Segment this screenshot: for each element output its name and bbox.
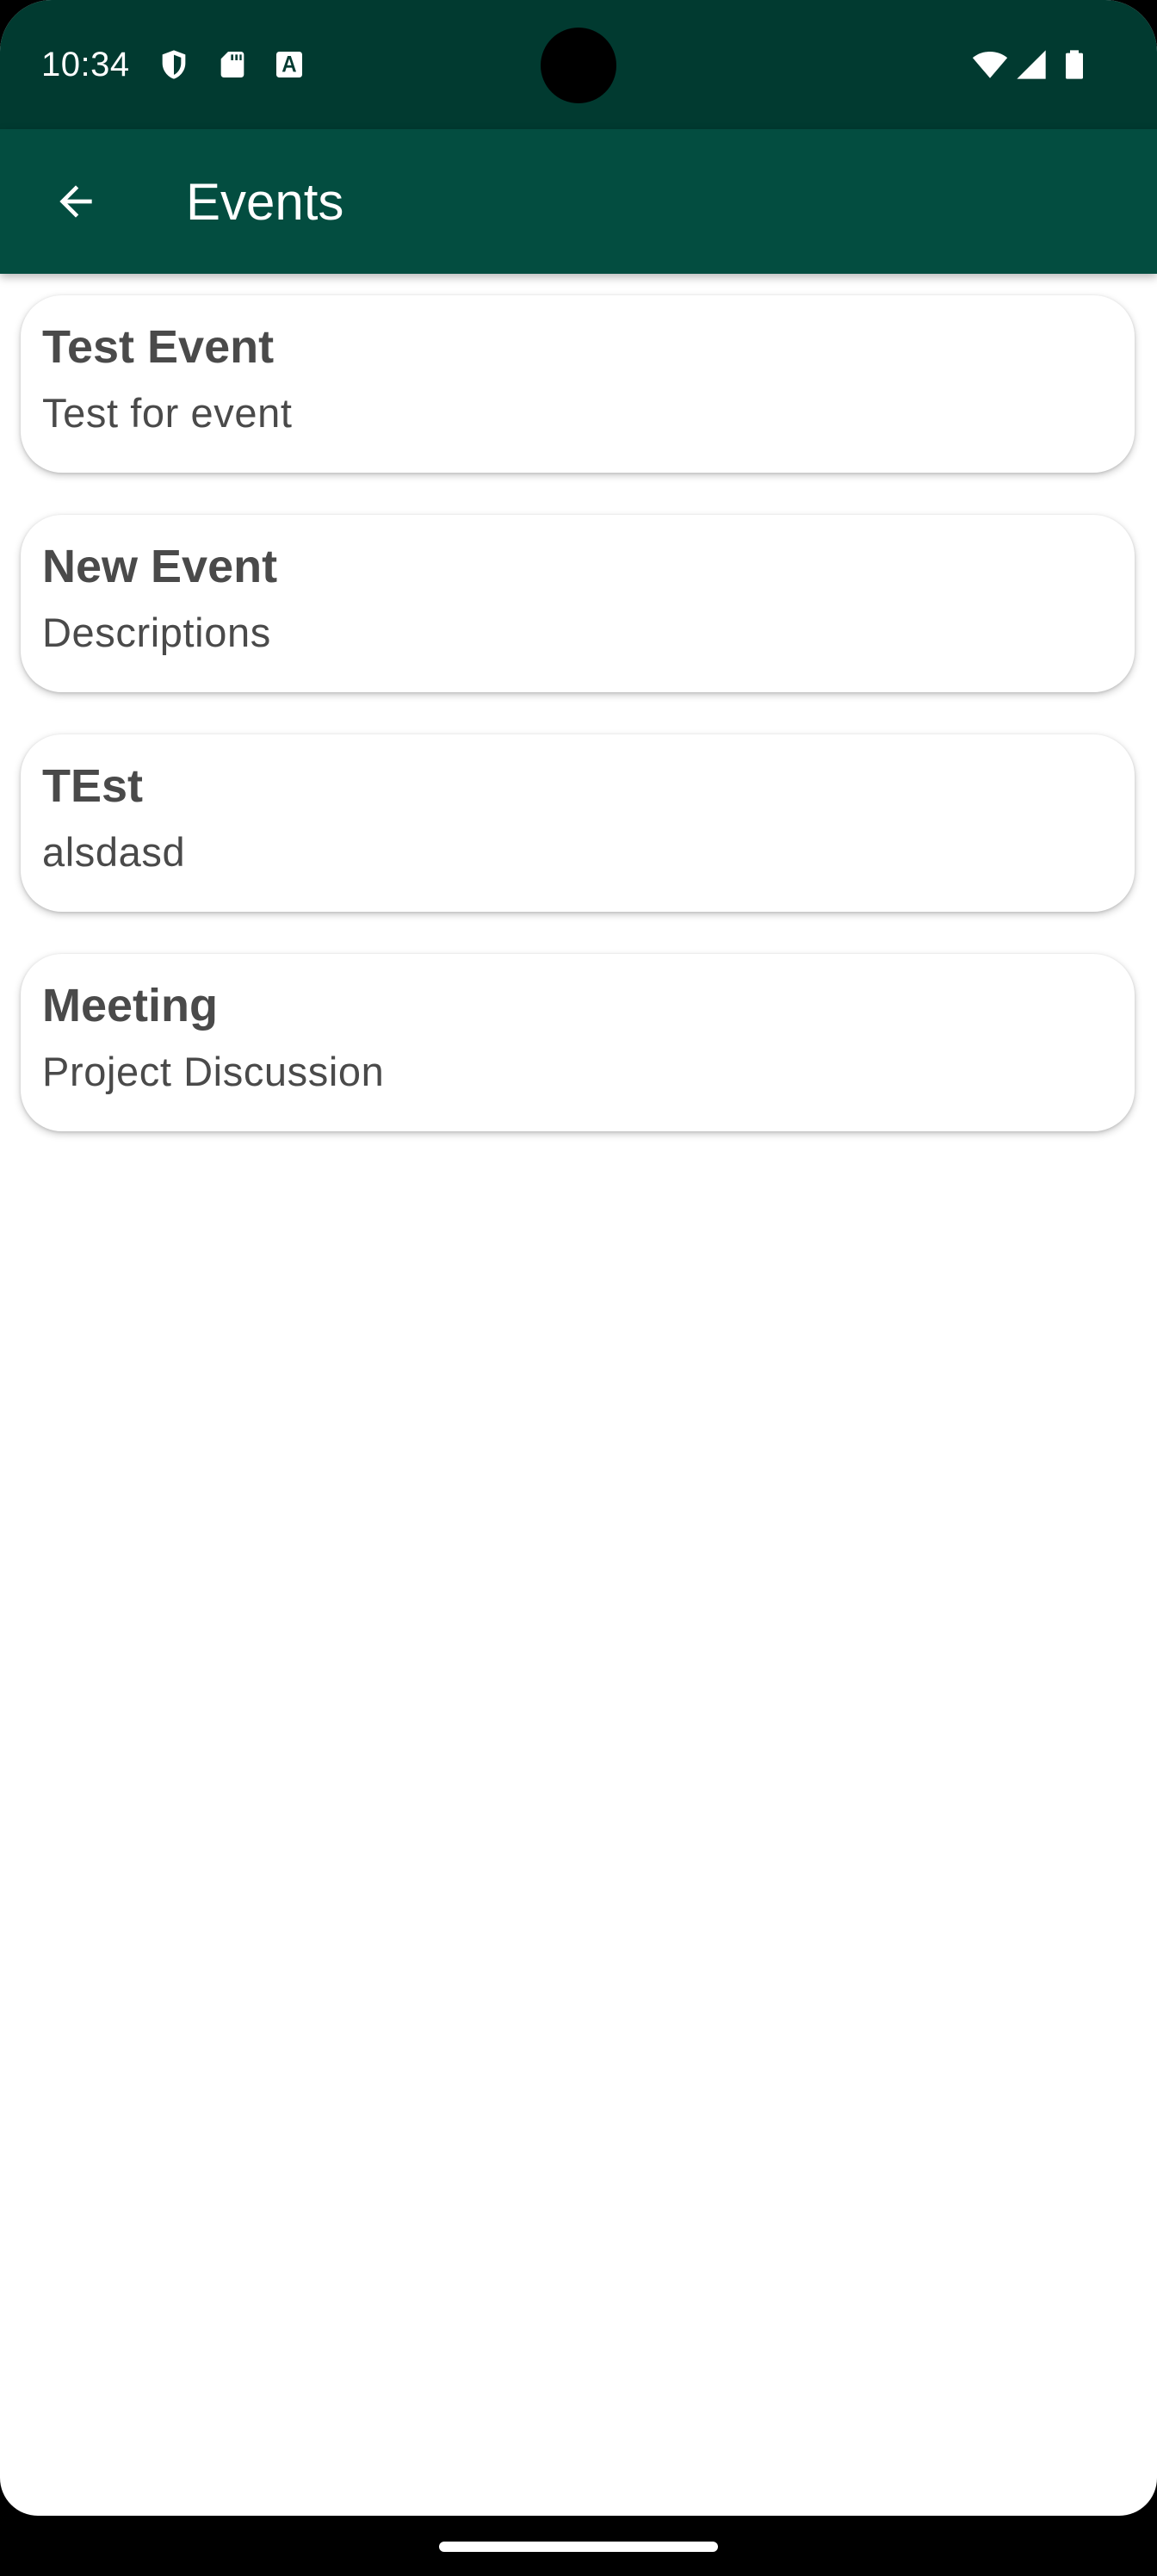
status-time: 10:34 xyxy=(41,46,130,84)
battery-icon xyxy=(1057,46,1092,83)
camera-cutout xyxy=(541,28,616,103)
arrow-back-icon xyxy=(52,177,100,226)
event-card[interactable]: TEst alsdasd xyxy=(21,734,1135,912)
event-description: alsdasd xyxy=(42,829,186,875)
signal-icon xyxy=(1014,46,1049,83)
event-description: Descriptions xyxy=(42,610,271,655)
device-screen: 10:34 Events Test Event Test for event N… xyxy=(0,0,1157,2576)
event-card[interactable]: Meeting Project Discussion xyxy=(21,954,1135,1131)
event-title: New Event xyxy=(42,541,278,592)
event-card[interactable]: New Event Descriptions xyxy=(21,515,1135,692)
page-title: Events xyxy=(186,173,344,231)
status-bar: 10:34 xyxy=(0,0,1157,129)
event-title: TEst xyxy=(42,760,144,812)
app-window: 10:34 Events Test Event Test for event N… xyxy=(0,0,1157,2516)
gesture-navigation-handle[interactable] xyxy=(439,2542,718,2552)
event-title: Meeting xyxy=(42,980,219,1031)
event-title: Test Event xyxy=(42,321,275,373)
shield-icon xyxy=(157,46,191,83)
wifi-icon xyxy=(969,46,1011,83)
event-description: Test for event xyxy=(42,390,293,436)
font-a-icon xyxy=(272,46,306,83)
sd-card-icon xyxy=(215,46,250,83)
back-button[interactable] xyxy=(34,160,117,243)
app-bar: Events xyxy=(0,129,1157,274)
event-card[interactable]: Test Event Test for event xyxy=(21,295,1135,473)
event-description: Project Discussion xyxy=(42,1049,385,1094)
